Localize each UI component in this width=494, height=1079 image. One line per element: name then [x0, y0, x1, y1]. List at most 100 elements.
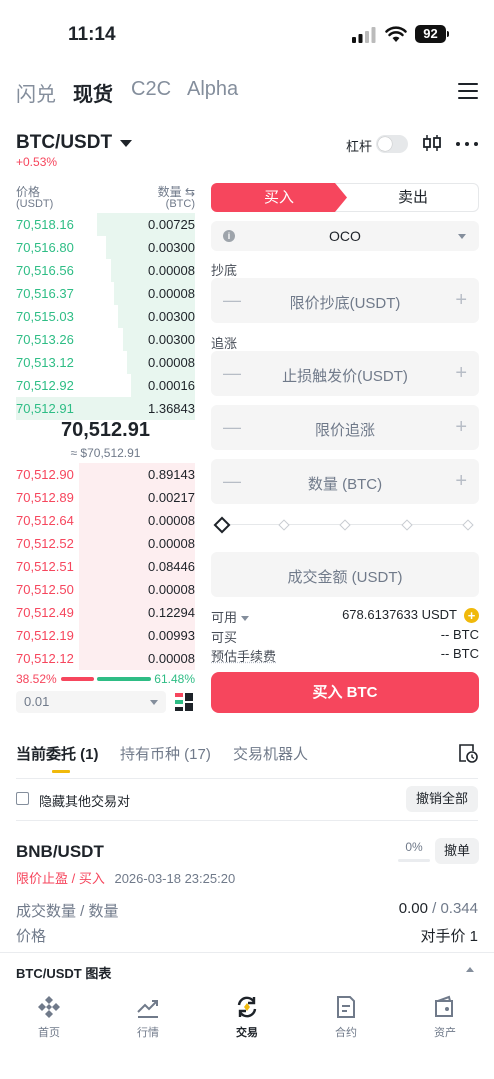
buy-row[interactable]: 70,513.26 0.00300 [16, 328, 195, 351]
info-icon[interactable]: i [223, 230, 235, 242]
amount-slider[interactable] [213, 516, 474, 534]
buy-btc-button[interactable]: 买入 BTC [211, 672, 479, 713]
buy-row[interactable]: 70,518.16 0.00725 [16, 213, 195, 236]
sell-row[interactable]: 70,512.89 0.00217 [16, 486, 195, 509]
filled-label: 成交数量 / 数量 [16, 903, 119, 920]
orders-tabs: 当前委托 (1) 持有币种 (17) 交易机器人 [16, 743, 478, 773]
signal-icon [352, 27, 376, 43]
sell-row[interactable]: 70,512.12 0.00008 [16, 647, 195, 670]
sell-ratio: 61.48% [154, 672, 195, 686]
sell-row[interactable]: 70,512.51 0.08446 [16, 555, 195, 578]
add-funds-icon[interactable]: + [464, 608, 479, 623]
chevron-down-icon [150, 700, 158, 705]
tab-open-orders[interactable]: 当前委托 (1) [16, 743, 99, 764]
battery-tip [447, 31, 449, 37]
sell-price: 70,512.19 [16, 628, 74, 643]
sell-row[interactable]: 70,512.90 0.89143 [16, 463, 195, 486]
slider-step[interactable] [462, 519, 474, 531]
tab-spot[interactable]: 现货 [73, 78, 113, 107]
chevron-down-icon[interactable] [120, 140, 132, 147]
order-pair[interactable]: BNB/USDT [16, 842, 104, 862]
buy-ratio: 38.52% [16, 672, 57, 686]
buy-qty: 0.00725 [148, 217, 195, 232]
tab-trading-bots[interactable]: 交易机器人 [233, 743, 308, 764]
tab-holdings[interactable]: 持有币种 (17) [120, 743, 211, 764]
tab-futures[interactable]: 合约 [297, 990, 395, 1040]
sell-row[interactable]: 70,512.64 0.00008 [16, 509, 195, 532]
tab-assets[interactable]: 资产 [396, 990, 494, 1040]
sell-qty: 0.00008 [148, 582, 195, 597]
chevron-up-icon[interactable] [466, 967, 474, 972]
slider-step[interactable] [339, 519, 351, 531]
total-amount-placeholder: 成交金额 (USDT) [287, 569, 403, 586]
book-layout-icon[interactable] [175, 693, 193, 711]
candlestick-chart-icon[interactable] [422, 133, 442, 153]
chart-toggle-bar[interactable]: BTC/USDT 图表 [0, 952, 494, 988]
tab-markets[interactable]: 行情 [99, 990, 197, 1040]
sell-price: 70,512.50 [16, 582, 74, 597]
order-meta: 限价止盈 / 买入 2026-03-18 23:25:20 [16, 868, 235, 887]
fee-value: -- BTC [440, 646, 479, 661]
limit-dip-price-input[interactable]: — 限价抄底(USDT) + [211, 278, 479, 323]
hide-other-pairs-label[interactable]: 隐藏其他交易对 [39, 791, 130, 810]
stop-trigger-placeholder: 止损触发价(USDT) [282, 368, 408, 385]
sell-ratio-bar [97, 677, 151, 681]
order-type-select[interactable]: i OCO [211, 221, 479, 251]
quantity-input[interactable]: — 数量 (BTC) + [211, 459, 479, 504]
pair-selector[interactable]: BTC/USDT [16, 132, 112, 154]
status-bar: 11:14 92 [0, 0, 494, 68]
buy-row[interactable]: 70,516.37 0.00008 [16, 282, 195, 305]
more-icon[interactable] [456, 142, 478, 146]
ask-list: 70,512.90 0.89143 70,512.89 0.00217 70,512.6… [16, 463, 195, 670]
plus-icon[interactable]: + [455, 416, 467, 439]
sell-row[interactable]: 70,512.50 0.00008 [16, 578, 195, 601]
tab-alpha[interactable]: Alpha [187, 78, 238, 101]
cancel-order-button[interactable]: 撤单 [435, 838, 479, 864]
tab-home[interactable]: 首页 [0, 990, 98, 1040]
fee-label[interactable]: 预估手续费 [211, 646, 276, 665]
order-history-icon[interactable] [458, 743, 478, 763]
buy-row[interactable]: 70,516.80 0.00300 [16, 236, 195, 259]
leverage-toggle[interactable] [376, 135, 408, 153]
sell-row[interactable]: 70,512.52 0.00008 [16, 532, 195, 555]
slider-step[interactable] [278, 519, 290, 531]
total-amount-input[interactable]: 成交金额 (USDT) [211, 552, 479, 597]
available-label[interactable]: 可用 [211, 607, 250, 626]
menu-icon[interactable] [458, 83, 478, 101]
buy-qty: 1.36843 [148, 401, 195, 416]
plus-icon[interactable]: + [455, 362, 467, 385]
tab-c2c[interactable]: C2C [131, 78, 171, 101]
buy-row[interactable]: 70,512.91 1.36843 [16, 397, 195, 420]
tab-convert[interactable]: 闪兑 [16, 78, 56, 107]
buy-sell-ratio: 38.52% 61.48% [16, 670, 195, 688]
fee-row: 预估手续费 -- BTC [211, 646, 479, 664]
sell-row[interactable]: 70,512.49 0.12294 [16, 601, 195, 624]
depth-precision-select[interactable]: 0.01 [16, 691, 166, 713]
chart-toggle-label: BTC/USDT 图表 [16, 966, 112, 981]
sell-qty: 0.00217 [148, 490, 195, 505]
sell-row[interactable]: 70,512.19 0.00993 [16, 624, 195, 647]
tab-trade[interactable]: 交易 [198, 990, 296, 1040]
plus-icon[interactable]: + [455, 470, 467, 493]
stop-trigger-price-input[interactable]: — 止损触发价(USDT) + [211, 351, 479, 396]
order-filled-bar [398, 859, 430, 862]
buy-price: 70,516.80 [16, 240, 74, 255]
last-price[interactable]: 70,512.91 [16, 419, 195, 442]
buy-tab[interactable]: 买入 [211, 183, 347, 212]
buy-row[interactable]: 70,515.03 0.00300 [16, 305, 195, 328]
can-buy-row: 可买 -- BTC [211, 627, 479, 645]
plus-icon[interactable]: + [455, 289, 467, 312]
price-value: 对手价 1 [420, 928, 478, 945]
sell-price: 70,512.90 [16, 467, 74, 482]
slider-handle[interactable] [213, 516, 231, 534]
buy-row[interactable]: 70,516.56 0.00008 [16, 259, 195, 282]
buy-ratio-bar [61, 677, 94, 681]
sell-tab[interactable]: 卖出 [335, 183, 479, 212]
cancel-all-button[interactable]: 撤销全部 [405, 786, 478, 812]
buy-row[interactable]: 70,513.12 0.00008 [16, 351, 195, 374]
hide-other-pairs-checkbox[interactable] [16, 792, 29, 805]
slider-step[interactable] [401, 519, 413, 531]
buy-qty: 0.00008 [148, 263, 195, 278]
limit-chase-price-input[interactable]: — 限价追涨 + [211, 405, 479, 450]
buy-row[interactable]: 70,512.92 0.00016 [16, 374, 195, 397]
